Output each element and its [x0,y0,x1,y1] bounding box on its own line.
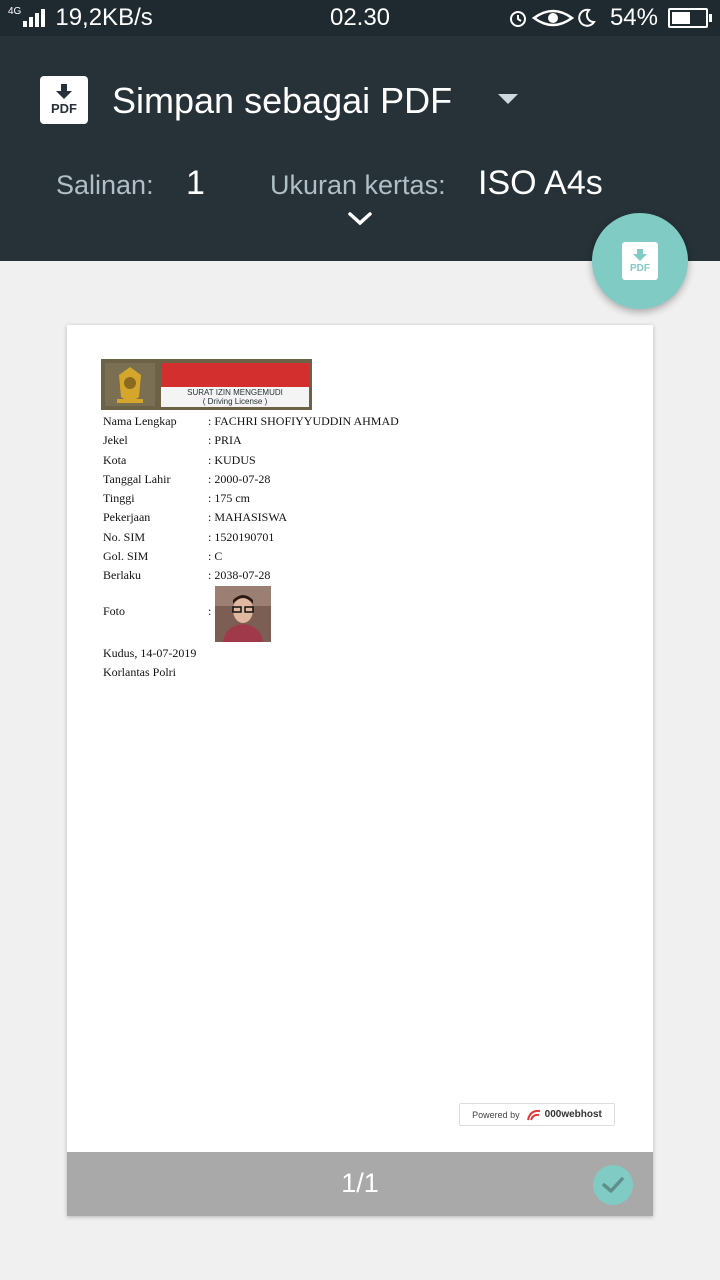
field-label: Tinggi [103,491,135,506]
logo-subtext: ( Driving License ) [202,397,268,406]
police-emblem-icon [105,363,155,406]
field-label: Gol. SIM [103,549,149,564]
field-value: : 1520190701 [208,529,275,544]
paper-size-value[interactable]: ISO A4s [478,164,603,203]
destination-selector[interactable]: Simpan sebagai PDF [112,80,452,122]
field-label: Jekel [103,433,128,448]
field-label: Tanggal Lahir [103,471,171,486]
field-label: No. SIM [103,529,146,544]
moon-icon [578,8,596,27]
field-label: Pekerjaan [103,510,151,525]
field-row: Nama Lengkap : FACHRI SHOFIYYUDDIN AHMAD [103,412,503,431]
field-value: : 175 cm [208,491,250,506]
field-value: : PRIA [208,433,242,448]
photo-row: Foto : [103,585,503,644]
copies-label: Salinan: [56,170,154,200]
download-arrow-icon [56,84,72,99]
status-right: 54% [508,4,712,32]
eye-icon [531,9,574,27]
field-row: Tinggi : 175 cm [103,489,503,508]
field-value: : 2000-07-28 [208,471,271,486]
place-date: Kudus, 14-07-2019 [103,645,197,660]
field-label: Kota [103,452,127,467]
check-icon [602,1177,624,1193]
page-bar: 1/1 [67,1152,653,1216]
field-row: Kota : KUDUS [103,451,503,470]
field-row: No. SIM : 1520190701 [103,528,503,547]
field-label: Nama Lengkap [103,414,177,428]
field-row: Berlaku : 2038-07-28 [103,566,503,585]
powered-by-brand: 000webhost [544,1109,602,1120]
copies-value[interactable]: 1 [186,164,205,203]
battery-percent: 54% [609,4,658,31]
field-label: Berlaku [103,568,141,583]
photo-colon: : [208,603,212,618]
save-pdf-icon: PDF [622,242,658,280]
page-preview[interactable]: SURAT IZIN MENGEMUDI ( Driving License )… [67,325,653,1216]
photo-label: Foto [103,603,126,618]
logo-text: SURAT IZIN MENGEMUDI [187,388,283,397]
field-row: Tanggal Lahir : 2000-07-28 [103,470,503,489]
issuer: Korlantas Polri [103,664,176,679]
sim-logo: SURAT IZIN MENGEMUDI ( Driving License ) [101,359,312,410]
powered-by-badge[interactable]: Powered by 000webhost [459,1103,615,1126]
page-selected-checkbox[interactable] [593,1165,633,1205]
alarm-icon [509,11,526,27]
portrait-photo [215,585,271,642]
page-indicator: 1/1 [341,1168,379,1198]
field-row: Gol. SIM : C [103,547,503,566]
battery-icon [668,8,712,28]
status-bar: 4G 19,2KB/s 02.30 54% [0,0,720,36]
field-value: : FACHRI SHOFIYYUDDIN AHMAD [208,414,399,428]
dropdown-caret-icon[interactable] [498,94,518,104]
chevron-down-icon[interactable] [346,210,374,233]
save-pdf-button[interactable]: PDF [592,213,688,309]
field-value: : C [208,549,223,564]
license-details: Nama Lengkap : FACHRI SHOFIYYUDDIN AHMAD… [103,412,503,682]
field-value: : 2038-07-28 [208,568,271,583]
powered-by-text: Powered by [472,1109,520,1120]
field-row: Pekerjaan : MAHASISWA [103,508,503,527]
paper-size-label: Ukuran kertas: [270,170,446,200]
field-value: : KUDUS [208,452,256,467]
webhost-logo-icon [526,1109,540,1120]
pdf-file-icon: PDF [40,76,88,124]
field-row: Jekel : PRIA [103,431,503,450]
field-value: : MAHASISWA [208,510,288,525]
